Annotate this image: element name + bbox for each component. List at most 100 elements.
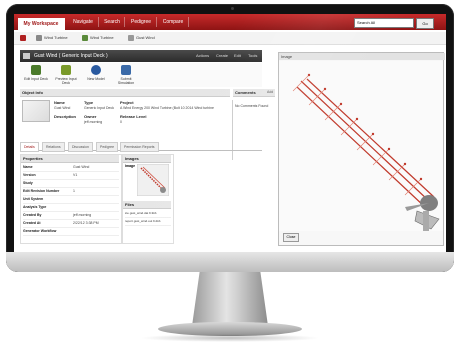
file-size: 9.3kb <box>149 211 157 215</box>
object-type-icon <box>23 53 30 59</box>
name-value: Gust Wind <box>54 106 71 110</box>
property-row: Version V1 <box>23 172 119 180</box>
camera-icon <box>231 7 234 10</box>
file-name[interactable]: gust_wind.dat <box>130 211 149 215</box>
toolbar-item-wind-turbine-2[interactable]: Wind Turbine <box>90 34 114 42</box>
project-label: Project <box>120 100 134 105</box>
property-row: Unit System <box>23 196 119 204</box>
app-screen: My Workspace Navigate Search Pedigree Co… <box>14 14 446 252</box>
turbine-thumbnail[interactable] <box>137 164 169 196</box>
property-row: Study <box>23 180 119 188</box>
header-action-tools[interactable]: Tools <box>248 50 257 62</box>
name-label: Name <box>54 100 65 105</box>
property-row: Name Gust Wind <box>23 164 119 172</box>
new-model-button[interactable]: New Model <box>82 65 110 81</box>
properties-panel: Properties Name Gust Wind Version V1 Stu… <box>20 154 122 244</box>
files-heading: Files <box>123 201 171 209</box>
object-info-heading: Object Info <box>20 89 230 97</box>
release-level-value: 0 <box>120 120 122 124</box>
comments-panel: Comments Add No Comments Found <box>232 89 277 160</box>
wind-turbine-render[interactable] <box>279 61 443 231</box>
simulation-icon <box>121 65 131 75</box>
tab-permission-reports[interactable]: Permission Reports <box>120 142 159 152</box>
tab-pedigree[interactable]: Pedigree <box>126 17 157 27</box>
property-row: Analysis Type <box>23 204 119 212</box>
release-level-label: Release Level <box>120 114 147 119</box>
toolbar-item-wind-turbine[interactable]: Wind Turbine <box>44 34 68 42</box>
toolbar-item-gust-wind[interactable]: Gust Wind <box>136 34 155 42</box>
header-action-actions[interactable]: Actions <box>196 50 209 62</box>
description-label: Description <box>54 114 77 119</box>
image-viewer: Image Close <box>278 52 445 246</box>
image-label: Image <box>125 164 136 168</box>
detail-tabs: Details Relations Discussion Pedigree Pe… <box>20 142 262 152</box>
preview-input-deck-label: Preview Input Deck <box>55 77 77 85</box>
property-value: Gust Wind <box>73 165 90 169</box>
property-row: Edit Revision Number 1 <box>23 188 119 196</box>
file-name[interactable]: gust_wind.out <box>134 219 153 223</box>
object-header: Gust Wind ( Generic Input Deck ) Actions… <box>20 50 262 62</box>
top-nav-bar: My Workspace Navigate Search Pedigree Co… <box>14 14 446 30</box>
property-row: Generator Workflow <box>23 228 119 236</box>
close-button[interactable]: Close <box>283 233 299 242</box>
monitor-chin <box>6 252 454 272</box>
tab-discussion[interactable]: Discussion <box>68 142 93 152</box>
globe-icon <box>91 65 101 75</box>
search-input[interactable]: Search All <box>354 18 414 28</box>
property-value: 1 <box>73 189 75 193</box>
owner-value[interactable]: jeff.morning <box>84 120 102 124</box>
object-title: Gust Wind ( Generic Input Deck ) <box>34 53 108 59</box>
property-value: V1 <box>73 173 78 177</box>
edit-input-deck-label: Edit Input Deck <box>24 77 48 81</box>
viewer-heading: Image <box>279 53 445 60</box>
monitor-shadow <box>140 334 320 342</box>
property-key: Study <box>23 181 33 185</box>
edit-input-deck-button[interactable]: Edit Input Deck <box>22 65 50 81</box>
file-row[interactable]: report gust_wind.out 9.2kb <box>125 218 171 226</box>
property-row: Created At 2/22/12 3:38 PM <box>23 220 119 228</box>
property-key: Edit Revision Number <box>23 189 60 193</box>
tab-details[interactable]: Details <box>20 142 39 152</box>
model-icon <box>82 35 88 41</box>
object-thumbnail <box>22 100 50 122</box>
header-action-edit[interactable]: Edit <box>234 50 241 62</box>
new-model-label: New Model <box>87 77 105 81</box>
tab-compare[interactable]: Compare <box>158 17 189 27</box>
type-value: Generic Input Deck <box>84 106 114 110</box>
monitor-stand <box>192 272 268 326</box>
file-type: ice <box>125 211 129 215</box>
file-type: report <box>125 219 133 223</box>
type-label: Type <box>84 100 94 105</box>
action-buttons: Edit Input Deck Preview Input Deck New M… <box>20 63 262 87</box>
images-heading: Images <box>123 155 171 163</box>
property-key: Created At <box>23 221 41 225</box>
property-key: Version <box>23 173 36 177</box>
add-comment-link[interactable]: Add <box>267 89 273 96</box>
property-key: Analysis Type <box>23 205 47 209</box>
header-action-create[interactable]: Create <box>216 50 228 62</box>
property-key: Generator Workflow <box>23 229 57 233</box>
properties-heading: Properties <box>21 155 119 163</box>
document-icon <box>36 35 42 41</box>
property-key: Name <box>23 165 33 169</box>
search-button[interactable]: Go <box>416 18 434 29</box>
preview-icon <box>61 65 71 75</box>
property-value[interactable]: jeff.morning <box>73 212 91 219</box>
property-row: Created By jeff.morning <box>23 212 119 220</box>
tab-relations[interactable]: Relations <box>42 142 65 152</box>
comments-empty-text: No Comments Found <box>235 104 269 108</box>
property-value: 2/22/12 3:38 PM <box>73 221 99 225</box>
tab-search[interactable]: Search <box>100 17 125 27</box>
project-value: A Wind Energy 200 Wind Turbine (Bolt 10 … <box>120 106 214 110</box>
file-row[interactable]: ice gust_wind.dat 9.3kb <box>125 210 171 218</box>
tab-navigate[interactable]: Navigate <box>68 17 99 27</box>
property-key: Unit System <box>23 197 44 201</box>
submit-simulation-button[interactable]: Submit Simulation <box>112 65 140 85</box>
home-icon[interactable] <box>20 35 26 41</box>
edit-icon <box>31 65 41 75</box>
tab-pedigree-detail[interactable]: Pedigree <box>96 142 119 152</box>
toolbar: Wind Turbine Wind Turbine Gust Wind <box>14 32 446 45</box>
tab-my-workspace[interactable]: My Workspace <box>18 18 65 30</box>
images-panel: Images Image Files ice gust_wind.dat 9.3… <box>122 154 174 244</box>
preview-input-deck-button[interactable]: Preview Input Deck <box>52 65 80 85</box>
